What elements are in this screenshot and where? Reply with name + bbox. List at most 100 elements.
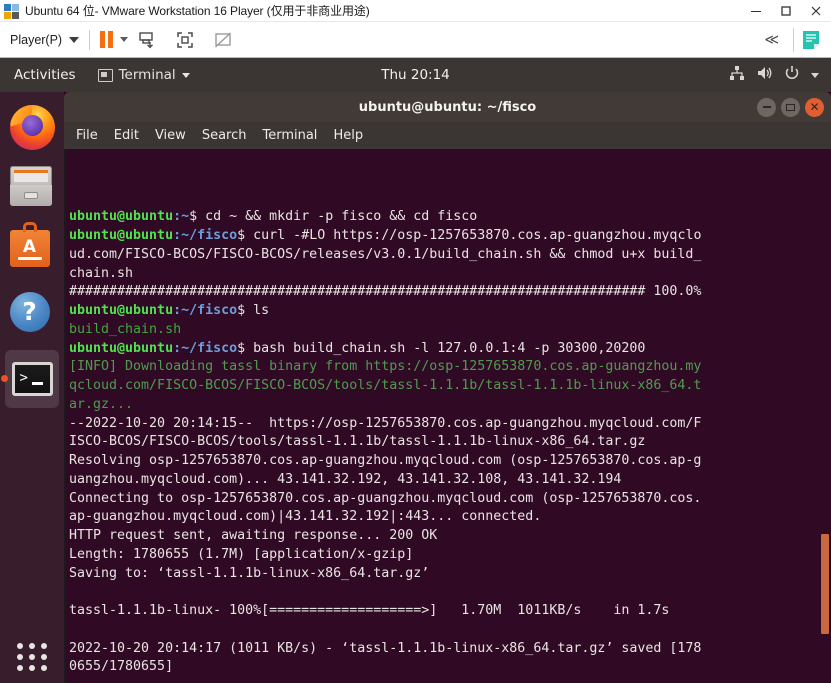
prompt-path: ~/fisco bbox=[181, 228, 238, 243]
terminal-command: ls bbox=[253, 303, 270, 318]
chevron-down-icon bbox=[69, 36, 80, 43]
terminal-icon bbox=[97, 68, 113, 82]
prompt-separator: : bbox=[173, 228, 182, 243]
terminal-line: ubuntu@ubuntu:~$ cd ~ && mkdir -p fisco … bbox=[69, 208, 831, 227]
prompt-separator: : bbox=[173, 340, 182, 356]
terminal-line: build_chain.sh bbox=[69, 321, 182, 337]
terminal-command: curl -#LO https://osp-1257653870.cos.ap-… bbox=[253, 228, 702, 243]
notes-icon[interactable] bbox=[800, 29, 822, 51]
prompt-user: ubuntu@ubuntu bbox=[69, 228, 174, 243]
terminal-line: ubuntu@ubuntu:~/fisco$ bash build_chain.… bbox=[69, 340, 831, 359]
menu-item-search[interactable]: Search bbox=[202, 128, 247, 143]
terminal-window-title: ubuntu@ubuntu: ~/fisco bbox=[358, 99, 537, 115]
terminal-line: --2022-10-20 20:14:15-- https://osp-1257… bbox=[69, 415, 702, 431]
prompt-path: ~ bbox=[181, 209, 190, 225]
toolbar-divider-right bbox=[793, 27, 794, 52]
terminal-menubar: File Edit View Search Terminal Help bbox=[64, 122, 831, 149]
terminal-line: ubuntu@ubuntu:~/fisco$ ls bbox=[69, 302, 831, 321]
terminal-line: qcloud.com/FISCO-BCOS/FISCO-BCOS/tools/t… bbox=[69, 378, 702, 393]
terminal-titlebar[interactable]: ubuntu@ubuntu: ~/fisco ✕ bbox=[64, 92, 831, 122]
terminal-line: ISCO-BCOS/FISCO-BCOS/tools/tassl-1.1.1b/… bbox=[69, 434, 646, 450]
menu-item-file[interactable]: File bbox=[76, 128, 98, 143]
terminal-line: [INFO] Downloading tassl binary from htt… bbox=[69, 359, 702, 375]
ubuntu-software-icon: A bbox=[9, 221, 55, 270]
topbar-app-name: Terminal bbox=[118, 67, 176, 83]
terminal-line: uangzhou.myqcloud.com)... 43.141.32.192,… bbox=[69, 471, 622, 487]
toolbar-divider bbox=[89, 29, 91, 50]
terminal-command: bash build_chain.sh -l 127.0.0.1:4 -p 30… bbox=[253, 340, 646, 356]
terminal-line: 2022-10-20 20:14:17 (1011 KB/s) - ‘tassl… bbox=[69, 640, 702, 656]
player-menu-button[interactable]: Player(P) bbox=[10, 32, 80, 47]
screen: Ubuntu 64 位- VMware Workstation 16 Playe… bbox=[0, 0, 831, 683]
vmware-window-controls bbox=[741, 0, 831, 22]
menu-item-help[interactable]: Help bbox=[333, 128, 363, 143]
vmware-toolbar: Player(P) ≪ bbox=[0, 22, 831, 58]
terminal-line: chain.sh bbox=[69, 265, 134, 281]
chevron-down-icon bbox=[181, 72, 190, 78]
prompt-user: ubuntu@ubuntu bbox=[69, 340, 174, 356]
menu-item-terminal[interactable]: Terminal bbox=[262, 128, 317, 143]
grid-icon bbox=[16, 643, 48, 671]
maximize-button[interactable] bbox=[781, 97, 800, 117]
prompt-path: ~/fisco bbox=[181, 303, 238, 318]
terminal-scrollbar[interactable] bbox=[819, 149, 830, 683]
topbar-status-area[interactable] bbox=[729, 65, 819, 85]
terminal-line: ubuntu@ubuntu:~/fisco$ curl -#LO https:/… bbox=[69, 227, 831, 246]
pause-icon[interactable] bbox=[100, 31, 114, 48]
terminal-icon: > bbox=[10, 357, 55, 402]
terminal-line: HTTP request sent, awaiting response... … bbox=[69, 528, 438, 543]
network-icon bbox=[729, 65, 745, 85]
prompt-path: ~/fisco bbox=[181, 340, 238, 356]
terminal-window: ubuntu@ubuntu: ~/fisco ✕ File Edit View … bbox=[64, 92, 831, 683]
terminal-output[interactable]: ubuntu@ubuntu:~$ cd ~ && mkdir -p fisco … bbox=[64, 149, 831, 683]
prompt-separator: : bbox=[173, 303, 182, 318]
files-icon bbox=[9, 163, 55, 208]
prompt-symbol: $ bbox=[189, 209, 206, 225]
pause-dropdown-icon[interactable] bbox=[120, 37, 129, 42]
terminal-line: tassl-1.1.1b-linux- 100%[===============… bbox=[69, 603, 670, 618]
firefox-icon bbox=[9, 104, 55, 150]
ubuntu-dock: A ? > bbox=[0, 92, 64, 683]
vmware-window-title: Ubuntu 64 位- VMware Workstation 16 Playe… bbox=[25, 4, 370, 18]
fullscreen-icon[interactable] bbox=[175, 30, 195, 50]
minimize-icon[interactable] bbox=[741, 0, 771, 22]
send-key-icon[interactable] bbox=[137, 30, 157, 50]
terminal-window-controls: ✕ bbox=[757, 97, 824, 117]
terminal-left-edge bbox=[64, 149, 66, 683]
terminal-command: cd ~ && mkdir -p fisco && cd fisco bbox=[205, 209, 478, 225]
terminal-line: Length: 1780655 (1.7M) [application/x-gz… bbox=[69, 546, 414, 562]
dock-item-terminal[interactable]: > bbox=[1, 350, 59, 408]
close-icon[interactable] bbox=[801, 0, 831, 22]
terminal-line: ar.gz... bbox=[69, 396, 134, 412]
prompt-separator: : bbox=[173, 209, 182, 225]
vmware-app-icon bbox=[4, 3, 20, 19]
unity-mode-icon[interactable] bbox=[213, 30, 233, 50]
minimize-button[interactable] bbox=[757, 97, 776, 117]
prompt-user: ubuntu@ubuntu bbox=[69, 209, 174, 225]
dock-item-firefox[interactable] bbox=[0, 98, 64, 156]
gnome-topbar: Activities Terminal Thu 20:14 bbox=[0, 58, 831, 92]
dock-item-help[interactable]: ? bbox=[0, 282, 64, 340]
scrollbar-thumb[interactable] bbox=[821, 534, 829, 634]
terminal-line: Resolving osp-1257653870.cos.ap-guangzho… bbox=[69, 453, 702, 468]
topbar-app-menu[interactable]: Terminal bbox=[97, 67, 190, 83]
terminal-line: ud.com/FISCO-BCOS/FISCO-BCOS/releases/v3… bbox=[69, 246, 702, 262]
activities-button[interactable]: Activities bbox=[14, 67, 76, 83]
terminal-line: Saving to: ‘tassl-1.1.1b-linux-x86_64.ta… bbox=[69, 565, 430, 581]
chevron-down-icon bbox=[811, 72, 819, 78]
menu-item-edit[interactable]: Edit bbox=[114, 128, 139, 143]
menu-item-view[interactable]: View bbox=[155, 128, 186, 143]
show-applications-button[interactable] bbox=[0, 643, 64, 671]
prompt-symbol: $ bbox=[237, 340, 254, 356]
maximize-icon[interactable] bbox=[771, 0, 801, 22]
prompt-user: ubuntu@ubuntu bbox=[69, 303, 174, 318]
collapse-toolbar-button[interactable]: ≪ bbox=[756, 31, 787, 48]
power-icon bbox=[784, 65, 800, 85]
terminal-line: ap-guangzhou.myqcloud.com)|43.141.32.192… bbox=[69, 509, 542, 525]
dock-item-files[interactable] bbox=[0, 156, 64, 214]
player-menu-label: Player(P) bbox=[10, 32, 63, 47]
dock-item-software[interactable]: A bbox=[0, 218, 64, 276]
close-button[interactable]: ✕ bbox=[805, 97, 824, 117]
